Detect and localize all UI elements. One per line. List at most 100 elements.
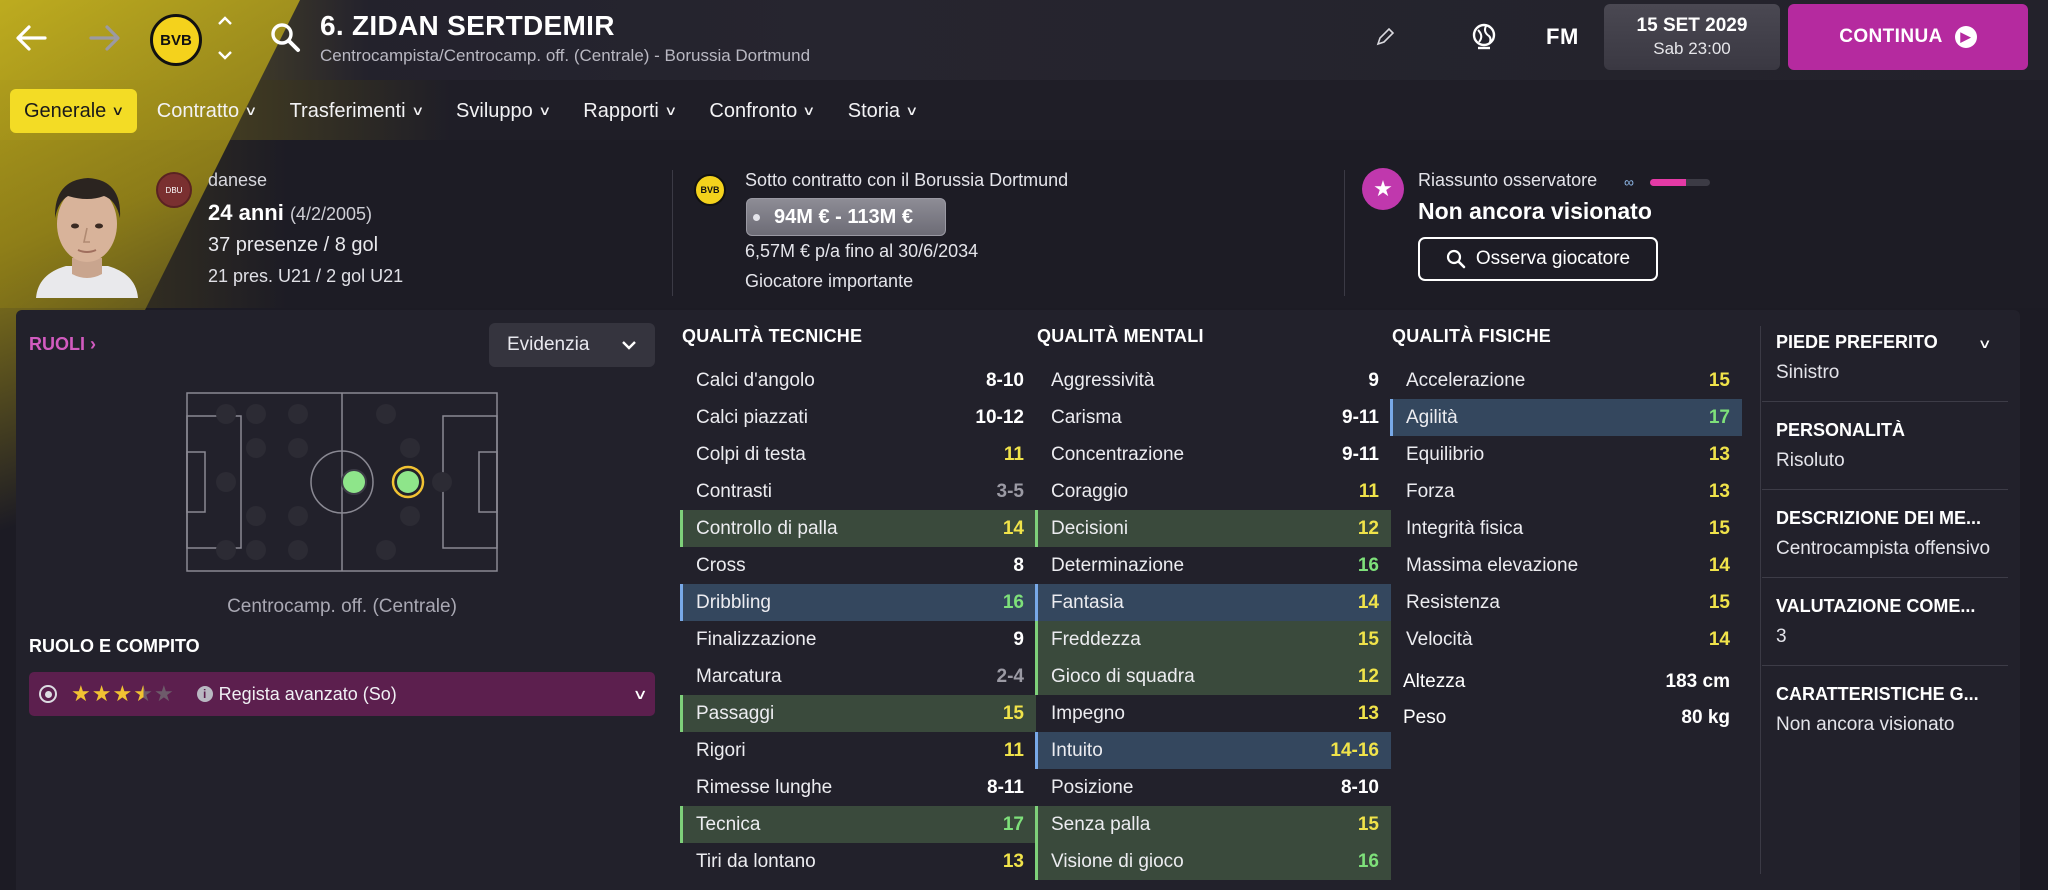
attribute-name: Impegno — [1051, 702, 1125, 724]
attribute-row[interactable]: Marcatura 2-4 — [680, 658, 1036, 695]
nation-badge[interactable]: DBU — [156, 172, 192, 208]
attribute-row[interactable]: Tecnica 17 — [680, 806, 1036, 843]
attribute-row[interactable]: Rigori 11 — [680, 732, 1036, 769]
attribute-row[interactable]: Determinazione 16 — [1035, 547, 1391, 584]
nav-tabs: Generale ∨ Contratto ∨ Trasferimenti ∨ Svil… — [10, 88, 937, 134]
u21-appearances: 21 pres. U21 / 2 gol U21 — [208, 266, 404, 286]
tab-label: Contratto — [156, 99, 240, 122]
role-selector[interactable]: ★★★★★ i Regista avanzato (So) ∨ — [29, 672, 655, 716]
attribute-row[interactable]: Agilità 17 — [1390, 399, 1742, 436]
attribute-name: Decisioni — [1051, 517, 1129, 539]
rating: VALUTAZIONE COME... 3 — [1762, 578, 2008, 666]
tab-label: Trasferimenti — [289, 99, 406, 122]
attribute-value: 10-12 — [975, 406, 1024, 428]
back-button[interactable] — [12, 14, 52, 62]
attribute-row[interactable]: Integrità fisica 15 — [1390, 510, 1742, 547]
attribute-row[interactable]: Dribbling 16 — [680, 584, 1036, 621]
attribute-row[interactable]: Cross 8 — [680, 547, 1036, 584]
attribute-row[interactable]: Gioco di squadra 12 — [1035, 658, 1391, 695]
club-badge[interactable]: BVB — [150, 14, 202, 66]
scout-player-button[interactable]: Osserva giocatore — [1418, 237, 1658, 281]
attribute-name: Tiri da lontano — [696, 850, 816, 872]
chevron-down-icon: ∨ — [905, 103, 919, 118]
info-text: Non ancora visionato — [1776, 714, 1955, 735]
player-switcher[interactable] — [214, 16, 236, 60]
continue-button[interactable]: CONTINUA ▶ — [1788, 4, 2028, 70]
highlight-dropdown[interactable]: Evidenzia — [489, 323, 655, 367]
attribute-row[interactable]: Rimesse lunghe 8-11 — [680, 769, 1036, 806]
attribute-value: 17 — [1708, 406, 1730, 428]
info-text: Centrocampista offensivo — [1776, 538, 1991, 559]
attribute-name: Resistenza — [1406, 591, 1500, 613]
transfer-value[interactable]: 94M € - 113M € — [746, 198, 946, 236]
position-pitch[interactable] — [186, 392, 498, 572]
club-badge-small[interactable]: BVB — [694, 174, 726, 206]
attribute-row[interactable]: Coraggio 11 — [1035, 473, 1391, 510]
age-value: 24 anni — [208, 200, 284, 225]
attribute-value: 16 — [1357, 554, 1379, 576]
attribute-row[interactable]: Contrasti 3-5 — [680, 473, 1036, 510]
tab-sviluppo[interactable]: Sviluppo ∨ — [442, 89, 563, 133]
divider — [672, 170, 673, 296]
attribute-row[interactable]: Senza palla 15 — [1035, 806, 1391, 843]
chevron-up-icon[interactable] — [217, 16, 233, 26]
info-icon[interactable]: i — [196, 686, 213, 702]
attribute-row[interactable]: Finalizzazione 9 — [680, 621, 1036, 658]
attribute-row[interactable]: Controllo di palla 14 — [680, 510, 1036, 547]
chevron-down-icon[interactable]: ∨ — [1978, 336, 1992, 352]
chevron-down-icon: ∨ — [410, 103, 424, 118]
attribute-row[interactable]: Impegno 13 — [1035, 695, 1391, 732]
attribute-row[interactable]: Massima elevazione 14 — [1390, 547, 1742, 584]
attribute-row[interactable]: Tiri da lontano 13 — [680, 843, 1036, 880]
attribute-value: 14 — [1002, 517, 1024, 539]
attribute-name: Senza palla — [1051, 813, 1151, 835]
preferred-foot[interactable]: PIEDE PREFERITO Sinistro ∨ — [1762, 326, 2008, 402]
attribute-name: Aggressività — [1051, 369, 1155, 391]
chevron-down-icon[interactable] — [217, 50, 233, 60]
tab-contratto[interactable]: Contratto ∨ — [143, 89, 270, 133]
chevron-down-icon: ∨ — [244, 103, 258, 118]
forward-button[interactable] — [84, 14, 124, 62]
attribute-row[interactable]: Passaggi 15 — [680, 695, 1036, 732]
attribute-row[interactable]: Freddezza 15 — [1035, 621, 1391, 658]
edit-button[interactable] — [1374, 26, 1398, 50]
attribute-row[interactable]: Concentrazione 9-11 — [1035, 436, 1391, 473]
attribute-row[interactable]: Resistenza 15 — [1390, 584, 1742, 621]
attribute-row[interactable]: Calci piazzati 10-12 — [680, 399, 1036, 436]
info-text: Risoluto — [1776, 450, 1845, 471]
attribute-value: 14 — [1357, 591, 1379, 613]
value-label: 94M € - 113M € — [774, 205, 913, 228]
attribute-name: Contrasti — [696, 480, 773, 502]
tab-rapporti[interactable]: Rapporti ∨ — [569, 89, 689, 133]
attribute-row[interactable]: Visione di gioco 16 — [1035, 843, 1391, 880]
attribute-row[interactable]: Velocità 14 — [1390, 621, 1742, 658]
world-button[interactable] — [1470, 22, 1500, 52]
star-icon: ★ — [1362, 168, 1404, 210]
attribute-row[interactable]: Calci d'angolo 8-10 — [680, 362, 1036, 399]
attribute-name: Dribbling — [696, 591, 771, 613]
attribute-row[interactable]: Colpi di testa 11 — [680, 436, 1036, 473]
radio-icon[interactable] — [39, 685, 57, 703]
attribute-row[interactable]: Intuito 14-16 — [1035, 732, 1391, 769]
tab-confronto[interactable]: Confronto ∨ — [695, 89, 827, 133]
globe-icon — [1472, 23, 1496, 50]
attribute-row[interactable]: Equilibrio 13 — [1390, 436, 1742, 473]
search-button[interactable] — [268, 20, 304, 56]
game-date[interactable]: 15 SET 2029 Sab 23:00 — [1604, 4, 1780, 70]
attribute-name: Calci piazzati — [696, 406, 808, 428]
attribute-row[interactable]: Aggressività 9 — [1035, 362, 1391, 399]
chevron-down-icon[interactable]: ∨ — [632, 686, 647, 703]
fm-logo[interactable]: FM — [1546, 24, 1579, 50]
roles-link[interactable]: RUOLI › — [29, 334, 96, 355]
attribute-row[interactable]: Accelerazione 15 — [1390, 362, 1742, 399]
technical-attributes: QUALITÀ TECNICHE Calci d'angolo 8-10 Calci… — [680, 326, 1036, 880]
tab-storia[interactable]: Storia ∨ — [834, 89, 931, 133]
attribute-value: 9 — [1368, 369, 1379, 391]
tab-generale[interactable]: Generale ∨ — [10, 89, 137, 133]
attribute-row[interactable]: Fantasia 14 — [1035, 584, 1391, 621]
attribute-row[interactable]: Posizione 8-10 — [1035, 769, 1391, 806]
tab-trasferimenti[interactable]: Trasferimenti ∨ — [276, 89, 436, 133]
attribute-row[interactable]: Decisioni 12 — [1035, 510, 1391, 547]
attribute-row[interactable]: Carisma 9-11 — [1035, 399, 1391, 436]
attribute-row[interactable]: Forza 13 — [1390, 473, 1742, 510]
